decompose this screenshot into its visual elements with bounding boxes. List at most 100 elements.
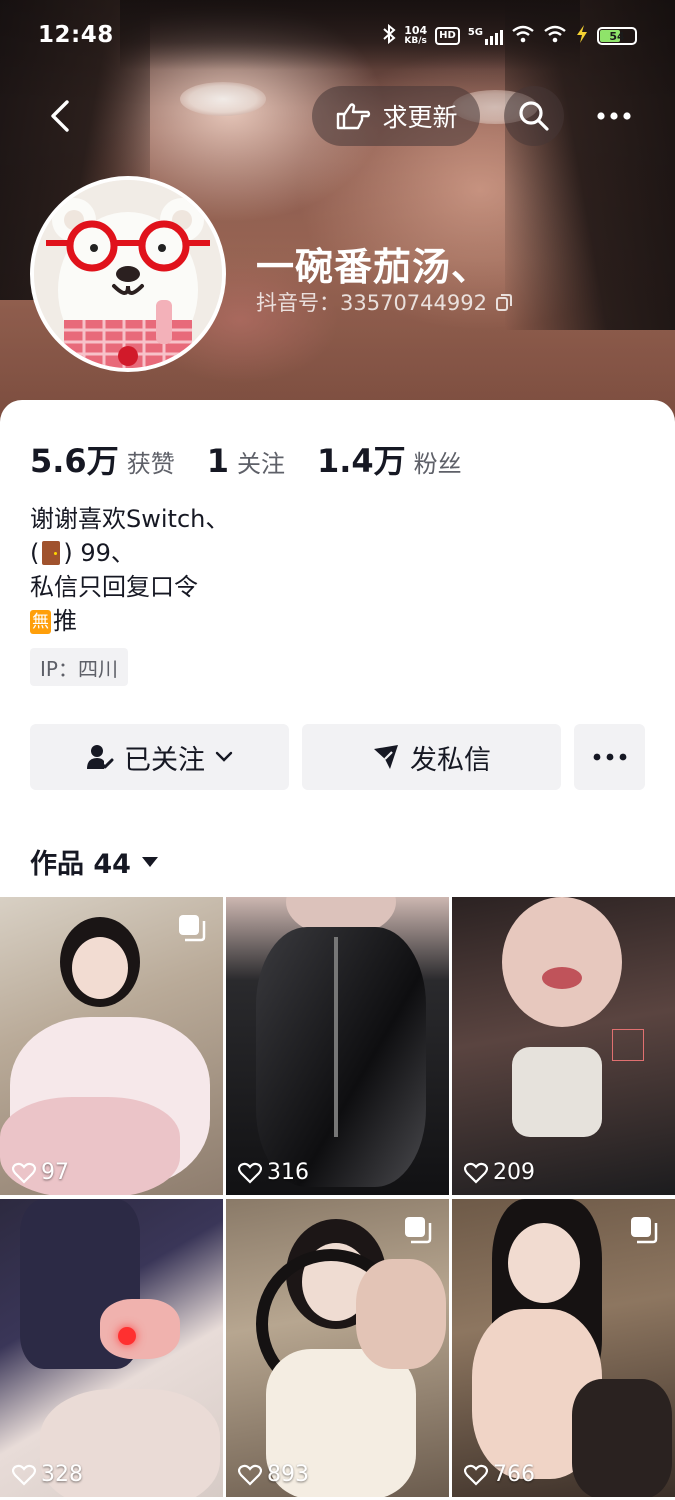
- video-thumb-shape: [542, 967, 582, 989]
- status-time: 12:48: [38, 22, 114, 48]
- request-update-label: 求更新: [382, 103, 458, 132]
- heart-icon: [238, 1464, 262, 1486]
- heart-icon: [12, 1162, 36, 1184]
- multi-image-icon: [179, 915, 206, 942]
- cellular-5g: 5G: [468, 27, 503, 45]
- video-tile[interactable]: 766: [452, 1199, 675, 1497]
- battery-level: 54: [609, 29, 625, 43]
- back-button[interactable]: [36, 92, 84, 140]
- followed-button[interactable]: 已关注: [30, 724, 289, 790]
- search-button[interactable]: [504, 86, 564, 146]
- search-icon: [519, 101, 549, 131]
- video-tile[interactable]: 316: [226, 897, 449, 1195]
- stat-following-value: 1: [206, 442, 229, 480]
- multi-image-icon: [405, 1217, 432, 1244]
- video-likes: 328: [12, 1462, 83, 1487]
- profile-options-button[interactable]: [574, 724, 645, 790]
- status-icons: 104 KB/s HD 5G 54: [382, 23, 637, 48]
- bio-line-2: ( ) 99、: [30, 536, 229, 570]
- signal-icon: [485, 27, 503, 45]
- stat-likes-label: 获赞: [126, 450, 175, 478]
- bio-line-3: 私信只回复口令: [30, 573, 198, 601]
- video-tile[interactable]: 328: [0, 1199, 223, 1497]
- video-thumb-focus-frame: [612, 1029, 644, 1061]
- send-message-button[interactable]: 发私信: [302, 724, 561, 790]
- paper-plane-icon: [374, 745, 398, 769]
- video-thumb-shape: [72, 937, 128, 999]
- heart-icon: [12, 1464, 36, 1486]
- video-likes-count: 766: [493, 1462, 535, 1487]
- more-options-button[interactable]: [584, 86, 644, 146]
- ip-location-tag: IP：四川: [30, 648, 128, 686]
- stat-following-label: 关注: [236, 450, 285, 478]
- net-speed-unit: KB/s: [404, 36, 427, 46]
- stats-row: 5.6万 获赞 1 关注 1.4万 粉丝: [30, 436, 494, 482]
- more-dots-icon: [597, 112, 631, 120]
- stat-followers-label: 粉丝: [413, 450, 462, 478]
- network-label: 5G: [467, 27, 483, 38]
- video-thumb-shape: [118, 1327, 136, 1345]
- stat-following[interactable]: 1 关注: [207, 442, 285, 480]
- video-likes-count: 209: [493, 1160, 535, 1185]
- video-thumb-shape: [100, 1299, 180, 1359]
- multi-image-icon: [631, 1217, 658, 1244]
- douyin-id: 抖音号：33570744992: [256, 291, 487, 315]
- stat-followers[interactable]: 1.4万 粉丝: [317, 436, 462, 482]
- user-check-icon: [87, 745, 114, 769]
- video-likes-count: 97: [41, 1160, 69, 1185]
- video-likes: 97: [12, 1160, 69, 1185]
- charging-icon: [575, 24, 589, 48]
- bluetooth-icon: [382, 23, 396, 48]
- back-arrow-icon: [51, 100, 69, 132]
- profile-nickname: 一碗番茄汤、: [256, 245, 491, 289]
- wifi-icon-2: [543, 25, 567, 47]
- video-likes: 766: [464, 1462, 535, 1487]
- hd-badge: HD: [435, 27, 460, 45]
- net-speed-value: 104: [404, 24, 428, 37]
- net-speed: 104 KB/s: [404, 24, 428, 46]
- works-tab[interactable]: 作品 44: [30, 842, 159, 881]
- request-update-button[interactable]: 求更新: [312, 86, 480, 146]
- video-thumb-shape: [256, 927, 426, 1187]
- video-thumb-shape: [502, 897, 622, 1027]
- heart-icon: [238, 1162, 262, 1184]
- profile-bio: 谢谢喜欢Switch、 ( ) 99、 私信只回复口令 無推: [30, 502, 229, 638]
- works-tab-label: 作品 44: [30, 849, 131, 880]
- video-tile[interactable]: 209: [452, 897, 675, 1195]
- video-likes-count: 893: [267, 1462, 309, 1487]
- video-likes: 209: [464, 1160, 535, 1185]
- status-bar: 12:48 104 KB/s HD 5G 54: [0, 0, 675, 70]
- avatar[interactable]: [30, 176, 226, 372]
- video-thumb-shape: [512, 1047, 602, 1137]
- video-likes-count: 328: [41, 1462, 83, 1487]
- video-likes: 893: [238, 1462, 309, 1487]
- heart-icon: [464, 1464, 488, 1486]
- bio-line-2-prefix: (: [30, 539, 40, 567]
- bio-line-2-suffix: ) 99、: [63, 539, 135, 567]
- chevron-down-icon: [215, 751, 233, 762]
- video-tile[interactable]: 893: [226, 1199, 449, 1497]
- bio-line-4: 無推: [30, 604, 229, 638]
- stat-likes-value: 5.6万: [30, 442, 119, 480]
- send-message-label: 发私信: [410, 744, 491, 776]
- stat-likes[interactable]: 5.6万 获赞: [30, 436, 175, 482]
- copy-icon[interactable]: [495, 292, 513, 312]
- video-thumb-shape: [572, 1379, 672, 1497]
- video-tile[interactable]: 97: [0, 897, 223, 1195]
- bear-mascot-avatar: [34, 180, 222, 368]
- wifi-icon-1: [511, 25, 535, 47]
- video-thumb-zipper: [334, 937, 338, 1137]
- heart-icon: [464, 1162, 488, 1184]
- battery-icon: 54: [597, 27, 637, 45]
- douyin-id-row[interactable]: 抖音号：33570744992: [256, 287, 513, 317]
- stat-followers-value: 1.4万: [316, 442, 406, 480]
- video-likes-count: 316: [267, 1160, 309, 1185]
- video-likes: 316: [238, 1160, 309, 1185]
- caret-down-icon: [141, 856, 158, 867]
- pointing-hand-icon: [337, 103, 371, 130]
- door-emoji-icon: [42, 541, 61, 565]
- bio-line-1: 谢谢喜欢Switch、: [30, 505, 230, 533]
- video-thumb-shape: [356, 1259, 446, 1369]
- bio-line-4-text: 推: [53, 607, 77, 635]
- more-dots-icon: [593, 753, 626, 761]
